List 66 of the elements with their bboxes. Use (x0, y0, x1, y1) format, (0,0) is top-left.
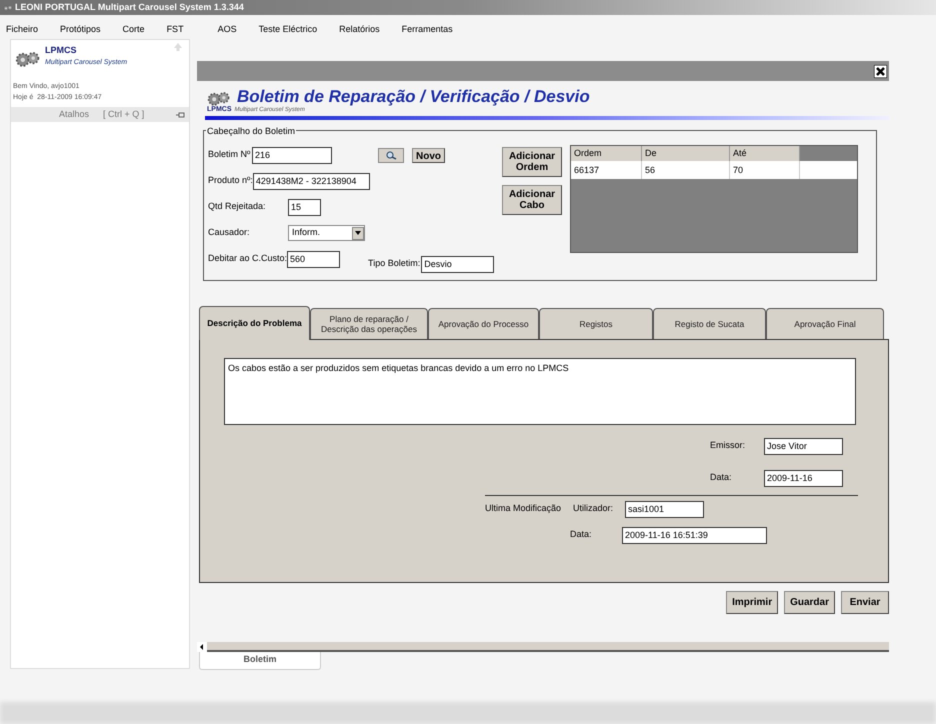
gears-icon (3, 4, 13, 12)
table-cell: 66137 (571, 160, 642, 178)
tab[interactable]: Descrição do Problema (199, 306, 310, 340)
scroll-left-icon[interactable] (197, 642, 207, 652)
form-title: Boletim de Reparação / Verificação / Desvio (237, 87, 590, 106)
dropdown-arrow-icon (355, 231, 361, 235)
action-button[interactable]: Enviar (841, 590, 889, 614)
column-header[interactable]: Ordem (571, 146, 642, 160)
input-field[interactable]: 560 (287, 250, 340, 268)
input-field[interactable]: 4291438M2 - 322138904 (252, 172, 370, 190)
tab[interactable]: Aprovação Final (766, 308, 884, 338)
menu-item[interactable]: Ferramentas (402, 23, 453, 37)
action-button[interactable]: Imprimir (726, 590, 778, 614)
field-label: Produto nº: (208, 174, 253, 188)
scrollbar[interactable] (197, 642, 889, 652)
action-button[interactable]: Guardar (784, 590, 835, 614)
menu-item[interactable]: AOS (218, 23, 237, 37)
input-field[interactable]: sasi1001 (625, 500, 704, 518)
logo-title: LPMCS (45, 44, 78, 57)
search-button[interactable] (378, 148, 404, 162)
tab[interactable]: Aprovação do Processo (428, 308, 539, 338)
table-cell: 56 (642, 160, 730, 178)
tab[interactable]: Registo de Sucata (653, 308, 766, 338)
gears-icon (15, 50, 41, 68)
search-icon (386, 150, 396, 160)
field-label: Causador: (208, 226, 251, 240)
input-field[interactable]: 2009-11-16 16:51:39 (622, 526, 767, 544)
input-field[interactable]: 216 (252, 146, 332, 164)
gears-icon (207, 90, 231, 107)
menu-item[interactable]: FST (166, 23, 184, 37)
table-cell: 70 (730, 160, 800, 178)
input-field[interactable]: Desvio (421, 256, 494, 272)
shortcut-key: [ Ctrl + Q ] (103, 108, 144, 122)
dropdown[interactable]: Inform. (288, 225, 365, 241)
field-label: Data: (710, 471, 733, 484)
input-field[interactable]: Jose Vitor (764, 438, 843, 454)
close-icon[interactable] (874, 64, 887, 78)
menu-item[interactable]: Relatórios (339, 23, 380, 37)
pin-icon[interactable] (176, 112, 185, 118)
menu-item[interactable]: Corte (122, 23, 145, 37)
add-order-button[interactable]: Adicionar Ordem (502, 146, 562, 176)
field-label: Tipo Boletim: (368, 257, 420, 270)
window-title: LEONI PORTUGAL Multipart Carousel System 1.3.344 (15, 0, 244, 14)
shortcuts-label: Atalhos (59, 108, 90, 121)
group-title: Cabeçalho do Boletim (206, 124, 296, 138)
menu-item[interactable]: Ficheiro (6, 23, 38, 37)
field-label: Emissor: (710, 439, 746, 452)
tab[interactable]: Registos (539, 308, 653, 338)
column-header[interactable]: De (642, 146, 730, 160)
new-button[interactable]: Novo (412, 148, 445, 162)
field-label: Utilizador: (573, 502, 614, 516)
field-label: Ultima Modificação (485, 502, 562, 516)
tab[interactable]: Plano de reparação / Descrição das operações (310, 308, 428, 338)
menu-item[interactable]: Protótipos (60, 23, 101, 37)
menu-item[interactable]: Teste Eléctrico (258, 23, 318, 37)
description-field[interactable]: Os cabos estão a ser produzidos sem etiquetas brancas devido a um erro no LPMCS (224, 358, 856, 424)
dropdown-value: Inform. (292, 226, 322, 240)
field-label: Qtd Rejeitada: (208, 200, 267, 214)
field-label: Debitar ao C.Custo: (208, 252, 288, 266)
field-label: Data: (570, 528, 593, 542)
input-field[interactable]: 2009-11-16 (764, 470, 843, 486)
column-header[interactable]: Até (730, 146, 800, 160)
field-label: Boletim Nº (208, 148, 248, 162)
document-tab[interactable]: Boletim (199, 652, 321, 670)
input-field[interactable]: 15 (288, 198, 321, 216)
add-cable-button[interactable]: Adicionar Cabo (502, 184, 562, 214)
